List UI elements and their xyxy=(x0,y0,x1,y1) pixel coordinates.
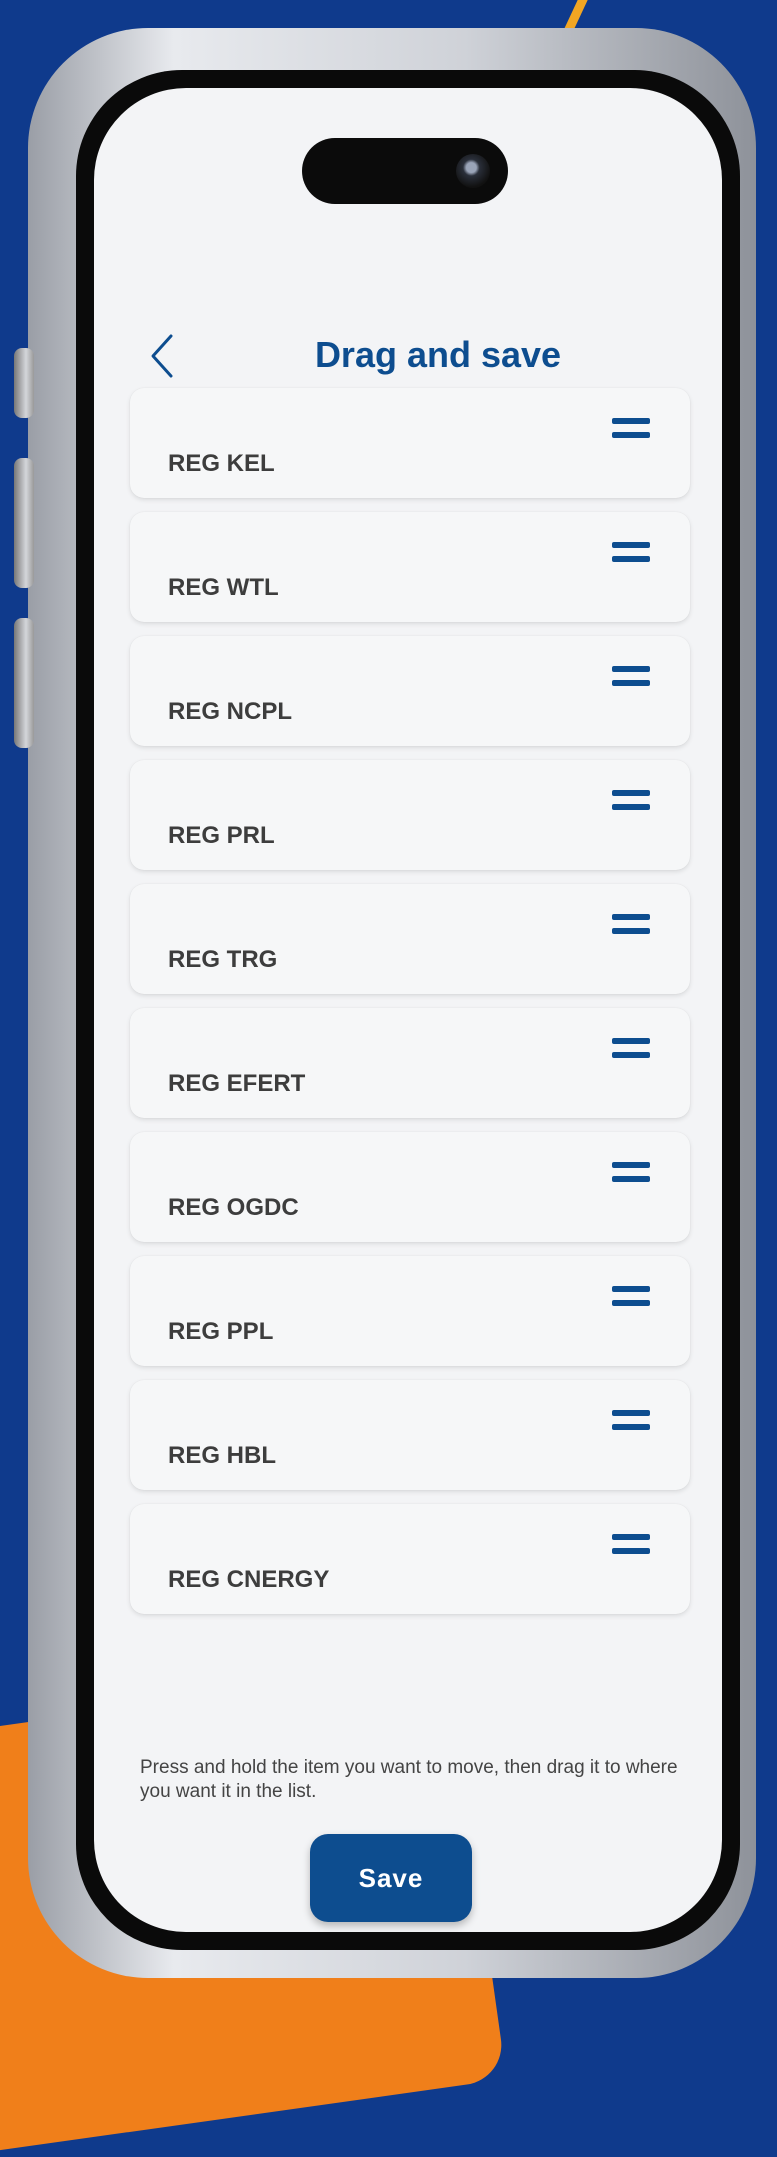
list-item[interactable]: REG WTL xyxy=(130,512,690,622)
list-item[interactable]: REG HBL xyxy=(130,1380,690,1490)
list-item-label: REG CNERGY xyxy=(168,1566,330,1593)
phone-action-button xyxy=(14,348,34,418)
list-item-label: REG HBL xyxy=(168,1442,276,1469)
drag-handle-icon[interactable] xyxy=(612,914,650,936)
phone-volume-down-button xyxy=(14,618,34,748)
phone-volume-up-button xyxy=(14,458,34,588)
list-item[interactable]: REG PPL xyxy=(130,1256,690,1366)
header: Drag and save xyxy=(94,308,722,398)
dynamic-island xyxy=(302,138,508,204)
list-item-label: REG PPL xyxy=(168,1318,274,1345)
drag-handle-icon[interactable] xyxy=(612,666,650,688)
drag-handle-icon[interactable] xyxy=(612,790,650,812)
list-item-label: REG OGDC xyxy=(168,1194,299,1221)
list-item-label: REG WTL xyxy=(168,574,279,601)
reorder-list: REG KEL REG WTL REG NCPL REG PRL REG TRG… xyxy=(130,388,690,1614)
drag-handle-icon[interactable] xyxy=(612,418,650,440)
back-button[interactable] xyxy=(142,328,182,384)
list-item[interactable]: REG CNERGY xyxy=(130,1504,690,1614)
page-title: Drag and save xyxy=(314,334,562,375)
drag-handle-icon[interactable] xyxy=(612,1410,650,1432)
list-item[interactable]: REG TRG xyxy=(130,884,690,994)
background-accent-stripe xyxy=(503,0,607,30)
list-item[interactable]: REG EFERT xyxy=(130,1008,690,1118)
list-item-label: REG EFERT xyxy=(168,1070,306,1097)
save-button[interactable]: Save xyxy=(310,1834,472,1922)
list-item-label: REG PRL xyxy=(168,822,275,849)
camera-icon xyxy=(456,154,490,188)
list-item-label: REG NCPL xyxy=(168,698,293,725)
chevron-left-icon xyxy=(151,334,173,378)
drag-handle-icon[interactable] xyxy=(612,1534,650,1556)
list-item[interactable]: REG PRL xyxy=(130,760,690,870)
drag-handle-icon[interactable] xyxy=(612,1038,650,1060)
drag-handle-icon[interactable] xyxy=(612,1286,650,1308)
drag-handle-icon[interactable] xyxy=(612,542,650,564)
list-item[interactable]: REG KEL xyxy=(130,388,690,498)
drag-handle-icon[interactable] xyxy=(612,1162,650,1184)
list-item[interactable]: REG NCPL xyxy=(130,636,690,746)
helper-text: Press and hold the item you want to move… xyxy=(140,1757,678,1802)
list-item-label: REG TRG xyxy=(168,946,278,973)
phone-frame: Drag and save REG KEL REG WTL REG NCPL R… xyxy=(14,28,756,1978)
list-item[interactable]: REG OGDC xyxy=(130,1132,690,1242)
list-item-label: REG KEL xyxy=(168,450,275,477)
app-screen: Drag and save REG KEL REG WTL REG NCPL R… xyxy=(94,88,722,1932)
